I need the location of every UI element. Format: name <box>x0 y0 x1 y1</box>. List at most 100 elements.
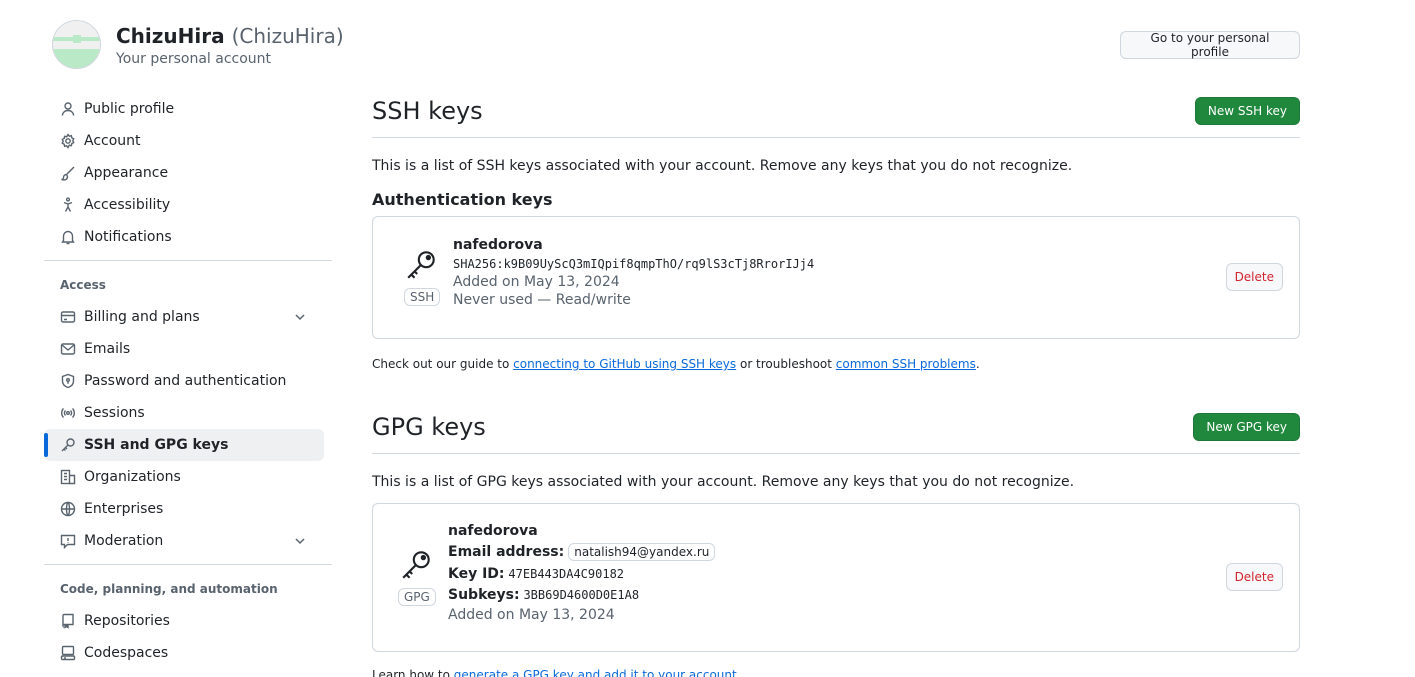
mail-icon <box>60 341 76 357</box>
ssh-key-name: nafedorova <box>453 237 543 253</box>
subkeys-label: Subkeys: <box>448 587 520 603</box>
chevron-down-icon[interactable] <box>292 309 308 325</box>
main-content: SSH keys New SSH key This is a list of S… <box>372 93 1300 677</box>
bell-icon <box>60 229 76 245</box>
connecting-ssh-guide-link[interactable]: connecting to GitHub using SSH keys <box>513 357 736 371</box>
key-type-label: SSH <box>404 288 441 306</box>
sidebar-item-sessions[interactable]: Sessions <box>44 397 324 429</box>
sidebar-item-password-auth[interactable]: Password and authentication <box>44 365 324 397</box>
gpg-key-id: 47EB443DA4C90182 <box>508 567 625 581</box>
go-to-profile-button[interactable]: Go to your personal profile <box>1120 31 1300 59</box>
sidebar-item-label: Emails <box>84 341 131 357</box>
organization-icon <box>60 469 76 485</box>
ssh-key-badge: SSH <box>404 248 441 306</box>
gear-icon <box>60 133 76 149</box>
sidebar-item-enterprises[interactable]: Enterprises <box>44 493 324 525</box>
gpg-subkeys: 3BB69D4600D0E1A8 <box>523 588 640 602</box>
sidebar-item-label: Enterprises <box>84 501 164 517</box>
sidebar-item-label: Organizations <box>84 469 181 485</box>
user-header: ChizuHira (ChizuHira) Your personal acco… <box>52 20 344 69</box>
ssh-key-added-date: Added on May 13, 2024 <box>453 274 620 290</box>
sidebar-item-label: Billing and plans <box>84 309 200 325</box>
sidebar-item-label: Codespaces <box>84 645 169 661</box>
guide-text: or troubleshoot <box>736 357 836 371</box>
delete-ssh-key-button[interactable]: Delete <box>1225 263 1283 291</box>
person-icon <box>60 101 76 117</box>
gpg-key-item: GPG nafedorova Email address: natalish94… <box>372 503 1300 652</box>
sidebar-item-emails[interactable]: Emails <box>44 333 324 365</box>
gpg-learn-note: Learn how to generate a GPG key and add … <box>372 668 1300 677</box>
chevron-down-icon[interactable] <box>292 533 308 549</box>
key-icon <box>60 437 76 453</box>
sidebar-item-appearance[interactable]: Appearance <box>44 157 324 189</box>
sidebar-heading-access: Access <box>60 278 106 292</box>
gpg-section-header: GPG keys New GPG key <box>372 409 1300 454</box>
sidebar-item-label: Repositories <box>84 613 170 629</box>
key-id-label: Key ID: <box>448 566 505 582</box>
ssh-guide-note: Check out our guide to connecting to Git… <box>372 357 1300 371</box>
avatar[interactable] <box>52 20 101 69</box>
sidebar-item-account[interactable]: Account <box>44 125 324 157</box>
learn-text: Learn how to <box>372 668 454 677</box>
repo-icon <box>60 613 76 629</box>
sidebar-item-moderation[interactable]: Moderation <box>44 525 324 557</box>
sidebar-item-public-profile[interactable]: Public profile <box>44 93 324 125</box>
common-ssh-problems-link[interactable]: common SSH problems <box>836 357 976 371</box>
ssh-section-title: SSH keys <box>372 96 483 125</box>
codespaces-icon <box>60 645 76 661</box>
authentication-keys-heading: Authentication keys <box>372 190 553 209</box>
credit-card-icon <box>60 309 76 325</box>
sidebar-divider <box>44 564 332 565</box>
account-subtitle: Your personal account <box>116 50 272 67</box>
sidebar-item-ssh-gpg-keys[interactable]: SSH and GPG keys <box>44 429 324 461</box>
sidebar-item-label: Moderation <box>84 533 164 549</box>
sidebar-item-label: SSH and GPG keys <box>84 437 229 453</box>
sidebar-item-label: Account <box>84 133 141 149</box>
broadcast-icon <box>60 405 76 421</box>
gpg-key-added-date: Added on May 13, 2024 <box>448 607 615 623</box>
sidebar-divider <box>44 260 332 261</box>
user-name: ChizuHira (ChizuHira) <box>116 22 344 50</box>
key-type-label: GPG <box>398 588 436 606</box>
gpg-key-badge: GPG <box>398 548 436 606</box>
sidebar-item-accessibility[interactable]: Accessibility <box>44 189 324 221</box>
ssh-key-fingerprint: SHA256:k9B09UyScQ3mIQpif8qmpThO/rq9lS3cT… <box>453 257 815 271</box>
sidebar-item-repositories[interactable]: Repositories <box>44 605 324 637</box>
sidebar-item-label: Public profile <box>84 101 175 117</box>
sidebar-item-codespaces[interactable]: Codespaces <box>44 637 324 669</box>
guide-text: Check out our guide to <box>372 357 514 371</box>
delete-gpg-key-button[interactable]: Delete <box>1225 563 1283 591</box>
accessibility-icon <box>60 197 76 213</box>
globe-icon <box>60 501 76 517</box>
sidebar-item-notifications[interactable]: Notifications <box>44 221 324 253</box>
new-ssh-key-button[interactable]: New SSH key <box>1194 96 1300 125</box>
sidebar-item-label: Notifications <box>84 229 172 245</box>
settings-sidebar: Public profile Account Appearance Access… <box>44 93 332 669</box>
new-gpg-key-button[interactable]: New GPG key <box>1193 412 1300 441</box>
sidebar-heading-code: Code, planning, and automation <box>60 582 278 596</box>
shield-lock-icon <box>60 373 76 389</box>
sidebar-item-label: Sessions <box>84 405 145 421</box>
report-icon <box>60 533 76 549</box>
gpg-key-name: nafedorova <box>448 523 538 539</box>
key-icon <box>405 248 439 285</box>
paintbrush-icon <box>60 165 76 181</box>
gpg-description: This is a list of GPG keys associated wi… <box>372 474 1075 490</box>
guide-text: . <box>975 357 980 371</box>
ssh-key-usage: Never used — Read/write <box>453 292 631 308</box>
sidebar-item-label: Appearance <box>84 165 169 181</box>
display-name[interactable]: ChizuHira <box>116 24 225 48</box>
gpg-section-title: GPG keys <box>372 412 486 441</box>
sidebar-item-organizations[interactable]: Organizations <box>44 461 324 493</box>
gpg-email-badge: natalish94@yandex.ru <box>568 543 716 561</box>
email-address-label: Email address: <box>448 544 565 560</box>
generate-gpg-key-link[interactable]: generate a GPG key and add it to your ac… <box>454 668 737 677</box>
sidebar-item-label: Accessibility <box>84 197 171 213</box>
key-icon <box>400 548 434 585</box>
sidebar-item-label: Password and authentication <box>84 373 287 389</box>
user-login: (ChizuHira) <box>231 23 344 48</box>
ssh-description: This is a list of SSH keys associated wi… <box>372 158 1073 174</box>
sidebar-item-billing[interactable]: Billing and plans <box>44 301 324 333</box>
ssh-section-header: SSH keys New SSH key <box>372 93 1300 138</box>
ssh-key-item: SSH nafedorova SHA256:k9B09UyScQ3mIQpif8… <box>372 216 1300 339</box>
